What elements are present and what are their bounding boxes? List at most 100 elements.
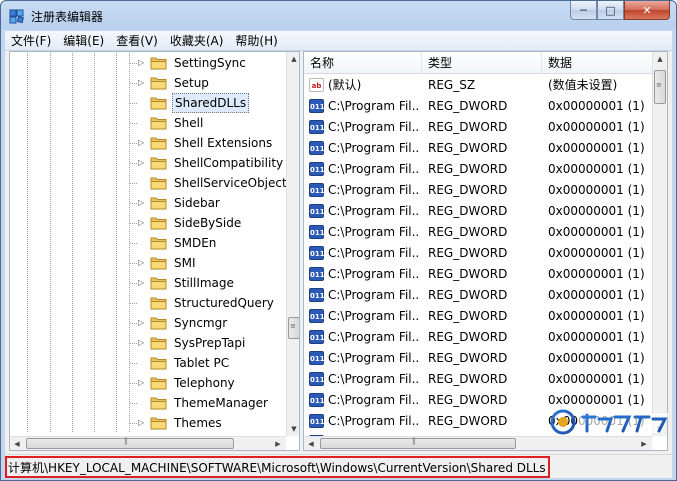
list-row[interactable]: 011C:\Program Fil... REG_DWORD 0x00000001 … xyxy=(304,138,652,159)
list-row[interactable]: 011C:\Program Fil... REG_DWORD 0x00000001 … xyxy=(304,327,652,348)
tree-guide-line xyxy=(130,63,138,64)
tree-guide-line xyxy=(94,333,95,353)
tree-guide-line xyxy=(130,143,138,144)
tree-guide-line xyxy=(116,313,117,333)
tree-guide-line xyxy=(72,233,73,253)
tree-item[interactable]: SMDEn xyxy=(10,233,286,253)
list-row[interactable]: 011C:\Program Fil... REG_DWORD 0x00000001 … xyxy=(304,201,652,222)
scroll-up-arrow-icon[interactable]: ▲ xyxy=(653,52,667,66)
tree-item[interactable]: Shell xyxy=(10,113,286,133)
tree-item-label: Themes xyxy=(174,416,222,430)
tree-horizontal-scrollbar[interactable]: ◀ ‖ ▶ xyxy=(10,436,286,450)
column-header-name[interactable]: 名称 xyxy=(304,52,422,74)
tree-item[interactable]: ▷ Setup xyxy=(10,73,286,93)
menu-item-3[interactable]: 收藏夹(A) xyxy=(164,31,230,51)
cell-name: C:\Program Fil... xyxy=(328,372,420,386)
menu-item-0[interactable]: 文件(F) xyxy=(5,31,57,51)
scroll-down-arrow-icon[interactable]: ▼ xyxy=(287,422,299,436)
tree-item[interactable]: StructuredQuery xyxy=(10,293,286,313)
tree-guide-line xyxy=(72,333,73,353)
tree-item[interactable]: ▷ Shell Extensions xyxy=(10,133,286,153)
expand-arrow-icon[interactable]: ▷ xyxy=(138,78,147,87)
tree-guide-line xyxy=(130,223,138,224)
tree-hscroll-thumb[interactable] xyxy=(26,438,234,449)
tree-item[interactable]: Tablet PC xyxy=(10,353,286,373)
list-row[interactable]: 011C:\Program Fil... REG_DWORD 0x00000001 … xyxy=(304,264,652,285)
dword-value-icon: 011 xyxy=(309,414,325,428)
grip-icon: ≡ xyxy=(290,322,296,330)
tree-item[interactable]: ThemeManager xyxy=(10,393,286,413)
expand-arrow-icon[interactable]: ▷ xyxy=(138,218,147,227)
tree-item[interactable]: ▷ SMI xyxy=(10,253,286,273)
key-tree-pane[interactable]: ▷ SettingSync ▷ Setup SharedDLLs Shell ▷ Shell … xyxy=(9,51,300,451)
menu-item-2[interactable]: 查看(V) xyxy=(110,31,164,51)
expand-arrow-icon[interactable]: ▷ xyxy=(138,158,147,167)
tree-item-label: SMDEn xyxy=(174,236,217,250)
menu-item-4[interactable]: 帮助(H) xyxy=(229,31,283,51)
expand-arrow-icon[interactable]: ▷ xyxy=(138,418,147,427)
list-row[interactable]: 011C:\Program Fil... REG_DWORD 0x00000001 … xyxy=(304,117,652,138)
list-row[interactable]: 011C:\Program Fil... REG_DWORD 0x00000001 … xyxy=(304,243,652,264)
list-row[interactable]: ab (默认) REG_SZ (数值未设置) xyxy=(304,75,652,96)
title-bar[interactable]: 注册表编辑器 ─ □ ✕ xyxy=(1,1,676,31)
cell-name: C:\Program Fil... xyxy=(328,414,420,428)
minimize-button[interactable]: ─ xyxy=(570,1,597,20)
scroll-left-arrow-icon[interactable]: ◀ xyxy=(10,437,24,450)
list-hscroll-thumb[interactable] xyxy=(320,438,516,449)
tree-item[interactable]: ▷ Themes xyxy=(10,413,286,433)
expand-arrow-icon[interactable]: ▷ xyxy=(138,278,147,287)
tree-guide-line xyxy=(94,153,95,173)
expand-arrow-icon[interactable]: ▷ xyxy=(138,198,147,207)
tree-guide-line xyxy=(130,183,138,184)
tree-guide-line xyxy=(72,313,73,333)
tree-guide-line xyxy=(72,353,73,373)
scroll-up-arrow-icon[interactable]: ▲ xyxy=(287,52,299,66)
registry-editor-window: 注册表编辑器 ─ □ ✕ 文件(F) 编辑(E) 查看(V) 收藏夹(A) 帮助(H) … xyxy=(0,0,677,481)
scroll-left-arrow-icon[interactable]: ◀ xyxy=(304,437,318,450)
tree-vertical-scrollbar[interactable]: ▲ ≡ ▼ xyxy=(286,52,299,436)
cell-name: C:\Program Fil... xyxy=(328,267,420,281)
list-row[interactable]: 011C:\Program Fil... REG_DWORD 0x00000001 … xyxy=(304,348,652,369)
tree-item[interactable]: ▷ SettingSync xyxy=(10,53,286,73)
tree-item[interactable]: ▷ StillImage xyxy=(10,273,286,293)
dword-value-icon: 011 xyxy=(309,393,325,407)
list-row[interactable]: 011C:\Program Fil... REG_DWORD 0x00000001 … xyxy=(304,159,652,180)
column-header-data[interactable]: 数据 xyxy=(542,52,652,74)
tree-item[interactable]: ▷ Syncmgr xyxy=(10,313,286,333)
list-row[interactable]: 011C:\Program Fil... REG_DWORD 0x00000001 … xyxy=(304,180,652,201)
tree-guide-line xyxy=(94,293,95,313)
tree-guide-line xyxy=(72,393,73,413)
maximize-button[interactable]: □ xyxy=(597,1,624,20)
folder-icon xyxy=(150,157,167,170)
scroll-right-arrow-icon[interactable]: ▶ xyxy=(637,437,651,450)
folder-icon xyxy=(150,277,167,290)
expand-arrow-icon[interactable]: ▷ xyxy=(138,138,147,147)
menu-item-1[interactable]: 编辑(E) xyxy=(57,31,110,51)
expand-arrow-icon[interactable]: ▷ xyxy=(138,378,147,387)
list-row[interactable]: 011C:\Program Fil... REG_DWORD 0x00000001 … xyxy=(304,306,652,327)
expand-arrow-icon[interactable]: ▷ xyxy=(138,318,147,327)
list-vertical-scrollbar[interactable]: ▲ ≡ ▼ xyxy=(652,52,667,436)
close-button[interactable]: ✕ xyxy=(624,1,670,20)
tree-guide-line xyxy=(116,193,117,213)
list-row[interactable]: 011C:\Program Fil... REG_DWORD 0x00000001 … xyxy=(304,96,652,117)
list-row[interactable]: 011C:\Program Fil... REG_DWORD 0x00000001 … xyxy=(304,369,652,390)
tree-guide-line xyxy=(116,173,117,193)
value-list-pane[interactable]: 名称 类型 数据 ab (默认) REG_SZ (数值未设置) 011 C:\Progra… xyxy=(303,51,668,451)
tree-item[interactable]: ▷ Telephony xyxy=(10,373,286,393)
tree-item[interactable]: ShellServiceObjectDelayLoad xyxy=(10,173,299,193)
tree-item[interactable]: SharedDLLs xyxy=(10,93,286,113)
column-header-type[interactable]: 类型 xyxy=(422,52,542,74)
tree-item[interactable]: ▷ ShellCompatibility xyxy=(10,153,286,173)
cell-type: REG_DWORD xyxy=(428,141,508,155)
expand-arrow-icon[interactable]: ▷ xyxy=(138,338,147,347)
list-row[interactable]: 011C:\Program Fil... REG_DWORD 0x00000001 … xyxy=(304,285,652,306)
expand-arrow-icon[interactable]: ▷ xyxy=(138,58,147,67)
expand-arrow-icon[interactable]: ▷ xyxy=(138,258,147,267)
tree-item[interactable]: ▷ SideBySide xyxy=(10,213,286,233)
scroll-right-arrow-icon[interactable]: ▶ xyxy=(271,437,285,450)
tree-item[interactable]: ▷ Sidebar xyxy=(10,193,286,213)
tree-guide-line xyxy=(50,313,51,333)
list-row[interactable]: 011C:\Program Fil... REG_DWORD 0x00000001 … xyxy=(304,222,652,243)
tree-item[interactable]: ▷ SysPrepTapi xyxy=(10,333,286,353)
